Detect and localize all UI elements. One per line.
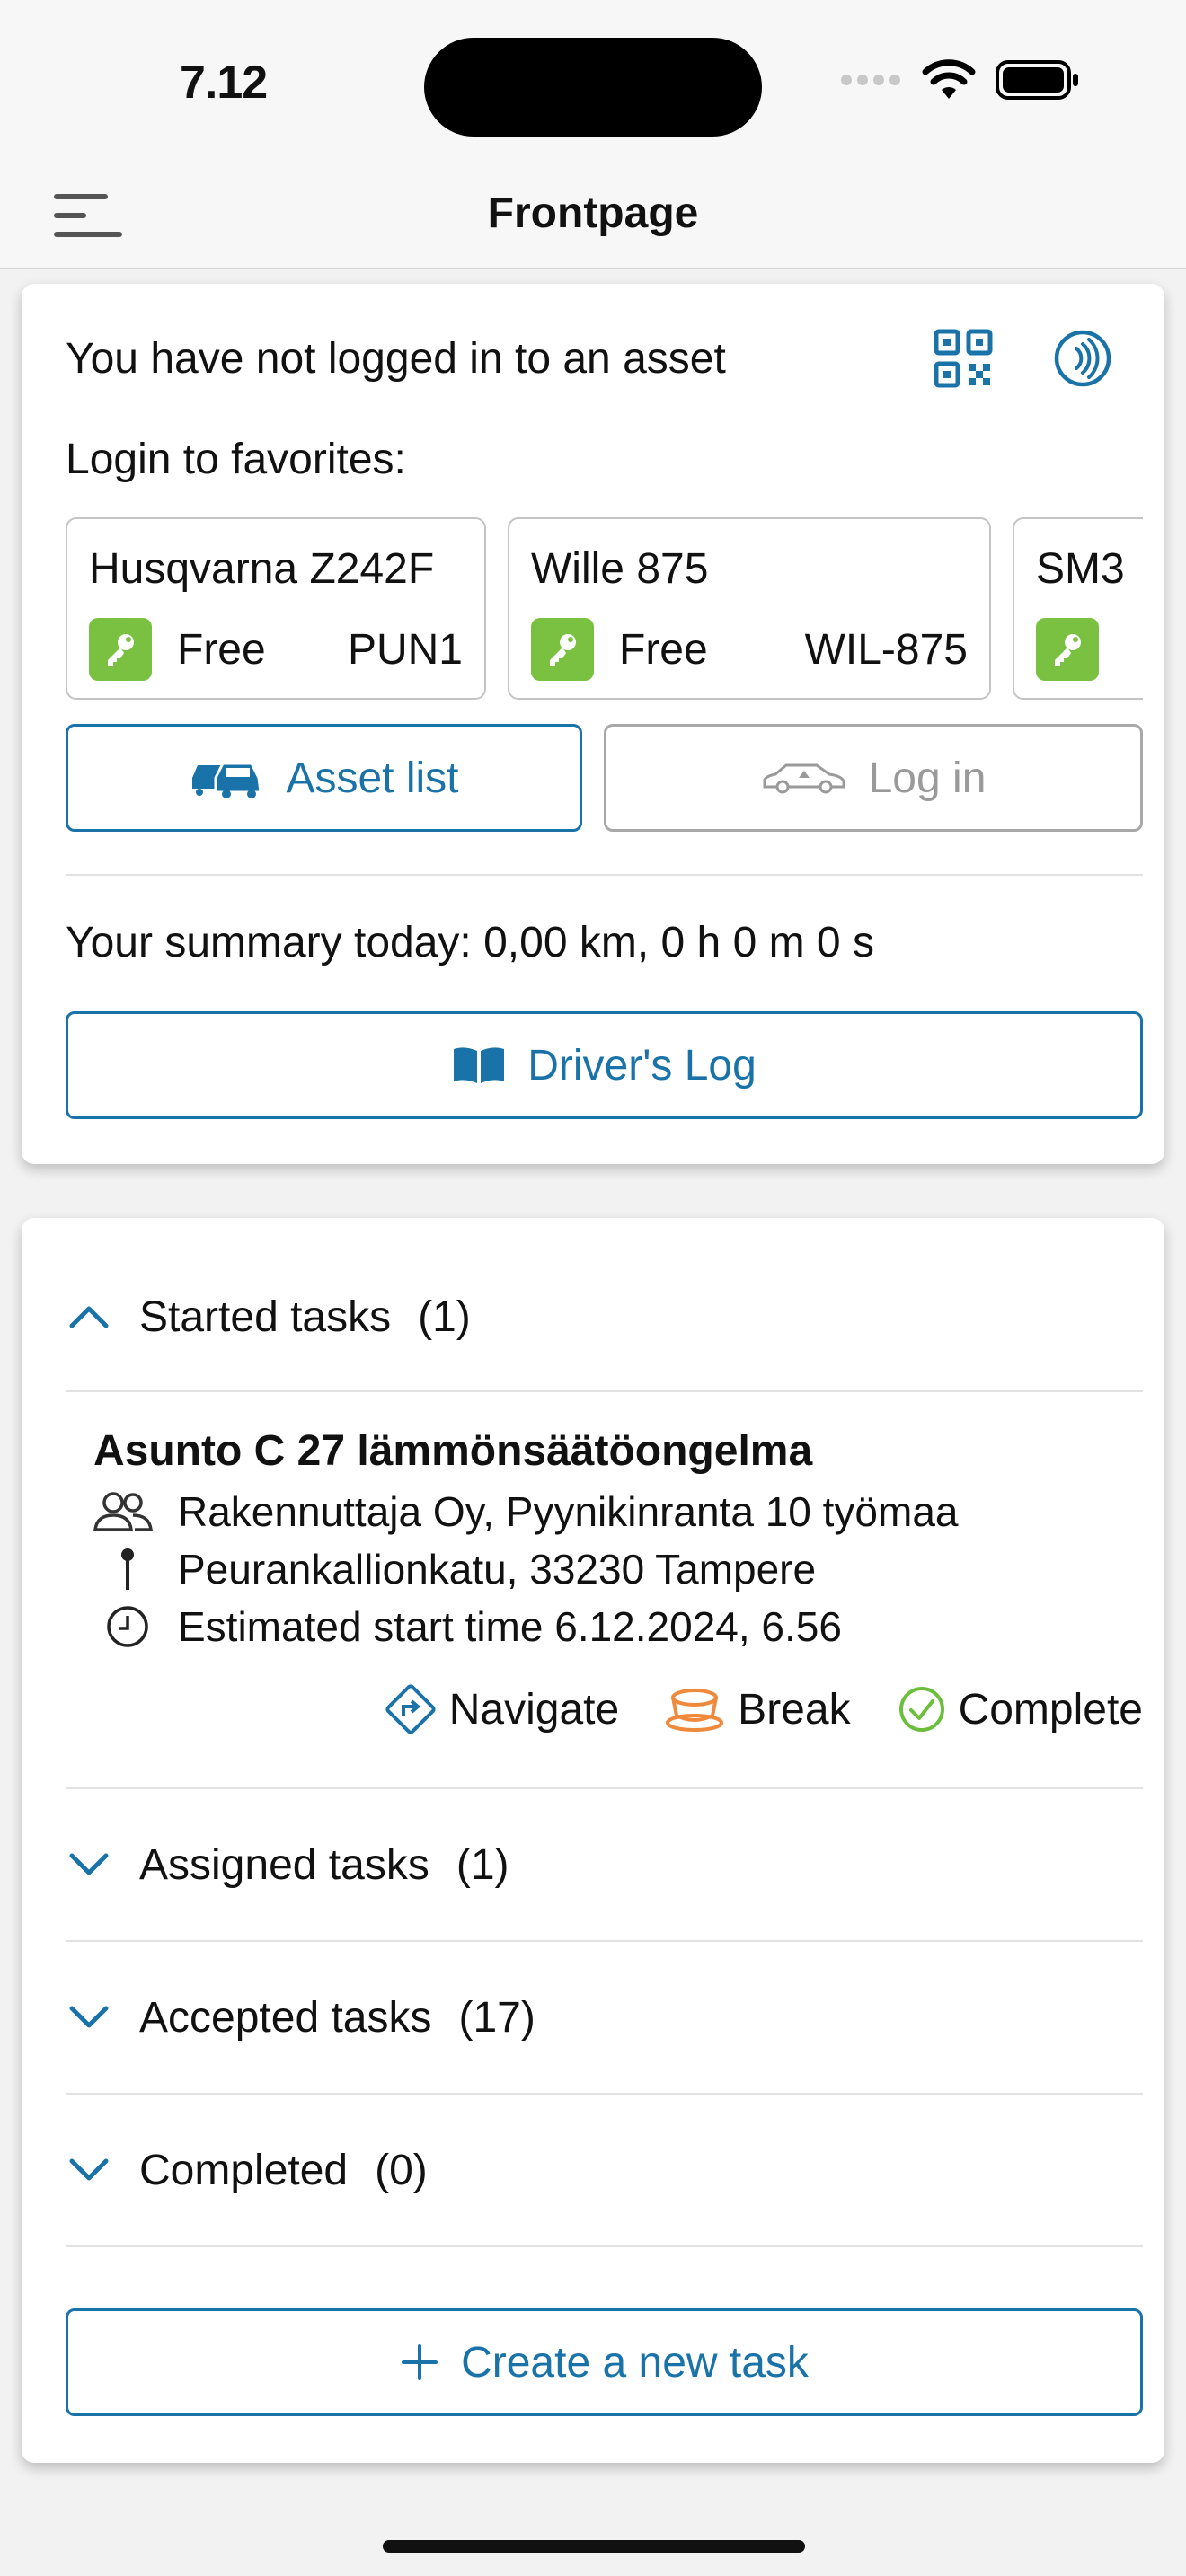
status-bar: 7.12 (0, 0, 1186, 162)
asset-login-status: You have not logged in to an asset (66, 335, 726, 383)
create-task-label: Create a new task (461, 2338, 809, 2386)
chevron-down-icon (66, 2147, 112, 2193)
break-label: Break (738, 1685, 851, 1734)
key-icon (89, 618, 152, 681)
task-customer: Rakennuttaja Oy, Pyynikinranta 10 työmaa (178, 1488, 959, 1535)
divider (66, 2093, 1143, 2095)
task-title[interactable]: Asunto C 27 lämmönsäätöongelma (93, 1426, 812, 1476)
key-icon (531, 618, 594, 681)
favorite-asset-plate: WIL-875 (804, 626, 968, 674)
asset-list-button[interactable]: Asset list (66, 724, 582, 832)
section-completed[interactable]: Completed (0) (66, 2125, 1143, 2215)
status-icons (839, 59, 1080, 101)
break-button[interactable]: Break (666, 1685, 851, 1734)
complete-button[interactable]: Complete (898, 1685, 1143, 1734)
navigation-bar: Frontpage (0, 162, 1186, 269)
section-label: Accepted tasks (139, 1993, 432, 2042)
favorite-asset-card[interactable]: SM3 (1013, 517, 1143, 700)
chevron-up-icon (66, 1293, 112, 1340)
status-time: 7.12 (180, 57, 268, 109)
plus-icon (402, 2344, 438, 2380)
favorite-asset-plate: PUN1 (347, 626, 463, 674)
chevron-down-icon (66, 1994, 112, 2041)
section-count: (17) (458, 1993, 535, 2042)
coffee-cup-icon (666, 1689, 724, 1732)
divider (66, 2245, 1143, 2247)
favorite-asset-name: Wille 875 (531, 545, 709, 593)
key-icon (1036, 618, 1099, 681)
drivers-log-label: Driver's Log (527, 1041, 757, 1090)
qr-code-icon[interactable] (934, 329, 993, 388)
task-customer-row: Rakennuttaja Oy, Pyynikinranta 10 työmaa (93, 1487, 959, 1536)
complete-label: Complete (958, 1685, 1143, 1734)
check-circle-icon (898, 1687, 944, 1732)
task-start-row: Estimated start time 6.12.2024, 6.56 (93, 1602, 842, 1651)
section-assigned-tasks[interactable]: Assigned tasks (1) (66, 1820, 1143, 1910)
pin-icon (93, 1547, 160, 1592)
drivers-log-button[interactable]: Driver's Log (66, 1011, 1143, 1119)
tasks-card: Started tasks (1) Asunto C 27 lämmönsäät… (22, 1218, 1164, 2463)
navigate-label: Navigate (448, 1685, 620, 1734)
section-count: (1) (418, 1292, 471, 1341)
home-indicator[interactable] (383, 2540, 805, 2553)
section-count: (0) (375, 2146, 428, 2194)
asset-list-label: Asset list (286, 754, 459, 802)
chevron-down-icon (66, 1841, 112, 1888)
book-icon (454, 1047, 505, 1083)
favorite-asset-name: SM3 (1036, 545, 1125, 593)
asset-card: You have not logged in to an asset Login… (22, 284, 1164, 1164)
favorites-carousel[interactable]: Husqvarna Z242F Free PUN1 Wille 875 Free… (66, 517, 1143, 701)
task-actions: Navigate Break Complete (385, 1683, 1143, 1735)
section-started-tasks[interactable]: Started tasks (1) (66, 1272, 1143, 1362)
favorites-label: Login to favorites: (66, 436, 406, 483)
divider (66, 1940, 1143, 1942)
favorite-asset-name: Husqvarna Z242F (89, 545, 435, 593)
favorite-asset-state: Free (177, 626, 266, 674)
section-label: Assigned tasks (139, 1840, 429, 1889)
section-count: (1) (456, 1840, 509, 1889)
page-title: Frontpage (487, 190, 699, 237)
daily-summary: Your summary today: 0,00 km, 0 h 0 m 0 s (66, 919, 874, 966)
dynamic-island (424, 38, 762, 137)
divider (66, 874, 1143, 876)
battery-icon (996, 60, 1078, 100)
navigate-button[interactable]: Navigate (385, 1683, 619, 1735)
favorite-asset-card[interactable]: Wille 875 Free WIL-875 (508, 517, 991, 700)
nfc-icon[interactable] (1053, 329, 1112, 388)
create-task-button[interactable]: Create a new task (66, 2308, 1143, 2416)
car-icon (763, 763, 845, 794)
task-start-time: Estimated start time 6.12.2024, 6.56 (178, 1603, 842, 1650)
clock-icon (93, 1604, 160, 1649)
section-label: Completed (139, 2146, 349, 2194)
favorite-asset-card[interactable]: Husqvarna Z242F Free PUN1 (66, 517, 486, 700)
people-icon (93, 1489, 160, 1534)
signal-icon (841, 75, 900, 85)
divider (66, 1787, 1143, 1789)
section-accepted-tasks[interactable]: Accepted tasks (17) (66, 1972, 1143, 2062)
task-address-row: Peurankallionkatu, 33230 Tampere (93, 1545, 816, 1593)
log-in-label: Log in (868, 754, 987, 802)
task-address: Peurankallionkatu, 33230 Tampere (178, 1546, 817, 1592)
log-in-button[interactable]: Log in (604, 724, 1143, 832)
section-label: Started tasks (139, 1292, 392, 1341)
wifi-icon (922, 59, 976, 99)
divider (66, 1390, 1143, 1392)
cars-icon (192, 762, 263, 798)
navigate-icon (385, 1684, 436, 1734)
favorite-asset-state: Free (619, 626, 708, 674)
